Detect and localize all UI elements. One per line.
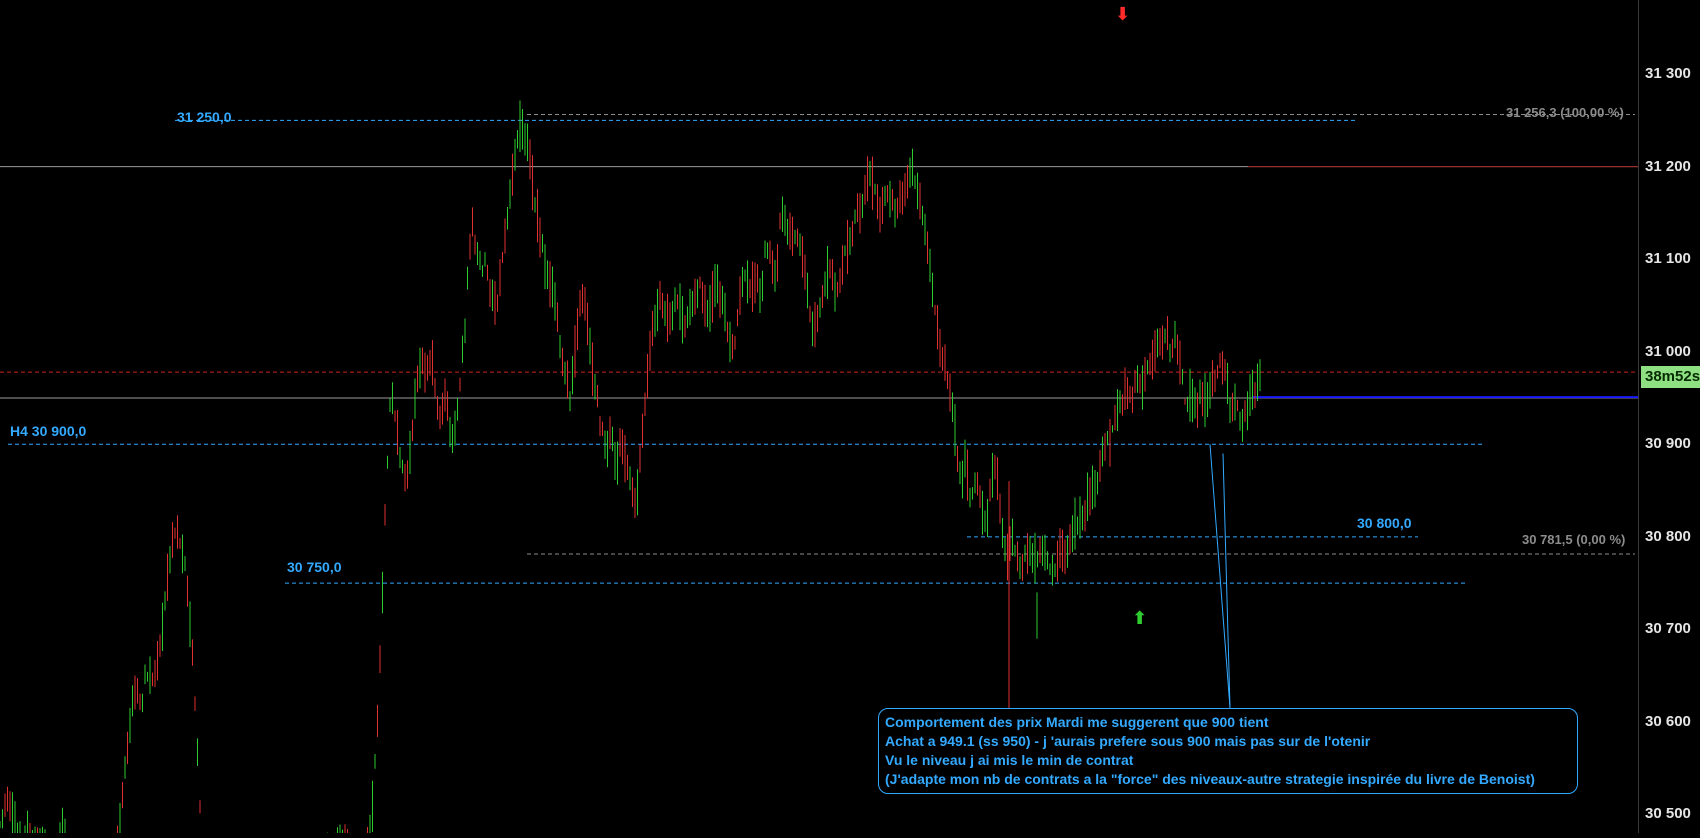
- note-line-1: Comportement des prix Mardi me suggerent…: [885, 714, 1269, 730]
- trade-annotation-note[interactable]: Comportement des prix Mardi me suggerent…: [878, 708, 1578, 794]
- axis-tick-label: 31 300: [1645, 65, 1691, 83]
- chart-area[interactable]: 31 250,0 H4 30 900,0 30 800,0 30 750,0 3…: [0, 0, 1638, 838]
- note-line-3: Vu le niveau j ai mis le min de contrat: [885, 752, 1134, 768]
- annotation-connector-2: [1222, 453, 1231, 709]
- axis-tick-label: 31 000: [1645, 342, 1691, 360]
- level-label-30750: 30 750,0: [287, 559, 342, 575]
- axis-tick-label: 30 800: [1645, 527, 1691, 545]
- sell-arrow-icon: ⬇: [1115, 4, 1131, 25]
- level-label-h4-30900: H4 30 900,0: [10, 423, 87, 439]
- candle-timer-badge: 38m52s: [1641, 366, 1700, 388]
- price-axis[interactable]: 31 300 31 200 31 100 31 000 30 900 30 800 30 7…: [1638, 0, 1700, 833]
- level-label-31250: 31 250,0: [177, 109, 232, 125]
- axis-tick-label: 31 200: [1645, 157, 1691, 175]
- fib-label-100: 31 256,3 (100,00 %): [1506, 105, 1624, 120]
- level-label-30800: 30 800,0: [1357, 515, 1412, 531]
- axis-tick-label: 30 700: [1645, 620, 1691, 638]
- annotation-connector-1: [1209, 444, 1231, 709]
- note-line-4: (J'adapte mon nb de contrats a la "force…: [885, 771, 1535, 787]
- axis-tick-label: 30 900: [1645, 435, 1691, 453]
- buy-arrow-icon: ⬆: [1132, 608, 1148, 629]
- note-line-2: Achat a 949.1 (ss 950) - j 'aurais prefe…: [885, 733, 1371, 749]
- axis-tick-label: 31 100: [1645, 250, 1691, 268]
- axis-tick-label: 30 600: [1645, 712, 1691, 730]
- fib-label-0: 30 781,5 (0,00 %): [1522, 532, 1626, 547]
- axis-tick-label: 30 500: [1645, 805, 1691, 823]
